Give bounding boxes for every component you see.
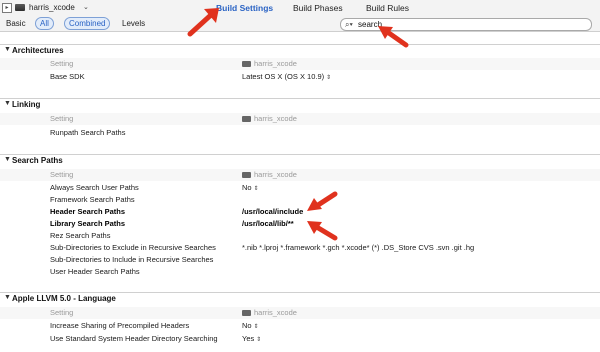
target-icon xyxy=(242,116,251,123)
editor-top-bar: ▸ harris_xcode ⌄ Build Settings Build Ph… xyxy=(0,0,600,17)
setting-row-user-header-search-paths[interactable]: User Header Search Paths xyxy=(0,266,600,278)
setting-name: Sub-Directories to Include in Recursive … xyxy=(50,255,214,264)
setting-value[interactable]: Latest OS X (OS X 10.9) ⇕ xyxy=(242,72,331,83)
filter-basic[interactable]: Basic xyxy=(6,18,26,29)
setting-row-header-search-paths[interactable]: Header Search Paths /usr/local/include xyxy=(0,206,600,218)
filter-levels[interactable]: Levels xyxy=(122,18,145,29)
popup-chevron-icon: ⇕ xyxy=(253,324,259,330)
setting-row-framework-search-paths[interactable]: Framework Search Paths xyxy=(0,194,600,206)
setting-name: Sub-Directories to Exclude in Recursive … xyxy=(50,243,216,252)
column-header-setting: Setting xyxy=(50,114,74,123)
column-header-setting: Setting xyxy=(50,170,74,179)
setting-value[interactable]: *.nib *.lproj *.framework *.gch *.xcode*… xyxy=(242,243,474,253)
section-title: Apple LLVM 5.0 - Language xyxy=(12,294,116,303)
target-icon xyxy=(242,61,251,68)
column-header-setting: Setting xyxy=(50,59,74,68)
setting-name: User Header Search Paths xyxy=(50,267,140,276)
column-header-setting: Setting xyxy=(50,308,74,317)
setting-row-library-search-paths[interactable]: Library Search Paths /usr/local/lib/** xyxy=(0,218,600,230)
setting-name: Always Search User Paths xyxy=(50,183,139,192)
setting-value[interactable]: Yes ⇕ xyxy=(242,334,261,345)
section-title: Linking xyxy=(12,100,41,109)
filter-all[interactable]: All xyxy=(35,17,54,30)
tab-build-settings[interactable]: Build Settings xyxy=(216,3,273,13)
target-icon xyxy=(15,4,25,11)
filter-combined[interactable]: Combined xyxy=(64,17,111,30)
column-header-row: Setting harris_xcode xyxy=(0,169,600,181)
setting-row-base-sdk[interactable]: Base SDK Latest OS X (OS X 10.9) ⇕ xyxy=(0,71,600,83)
column-header-target: harris_xcode xyxy=(242,59,297,69)
column-header-target: harris_xcode xyxy=(242,114,297,124)
setting-value[interactable]: No ⇕ xyxy=(242,183,259,194)
filter-bar: Basic All Combined Levels ⌕▾ xyxy=(0,16,600,32)
red-arrow-annotation xyxy=(307,191,338,211)
setting-name: Framework Search Paths xyxy=(50,195,135,204)
section-apple-llvm-language[interactable]: ▼ Apple LLVM 5.0 - Language xyxy=(0,292,600,305)
setting-name: Use Standard System Header Directory Sea… xyxy=(50,334,218,343)
column-header-target: harris_xcode xyxy=(242,170,297,180)
section-linking[interactable]: ▼ Linking xyxy=(0,98,600,111)
section-search-paths[interactable]: ▼ Search Paths xyxy=(0,154,600,167)
setting-name: Runpath Search Paths xyxy=(50,128,126,137)
setting-row-subdirs-exclude[interactable]: Sub-Directories to Exclude in Recursive … xyxy=(0,242,600,254)
red-arrow-annotation xyxy=(187,8,219,37)
setting-row-always-search-user-paths[interactable]: Always Search User Paths No ⇕ xyxy=(0,182,600,194)
section-title: Search Paths xyxy=(12,156,63,165)
setting-row-increase-sharing-pch[interactable]: Increase Sharing of Precompiled Headers … xyxy=(0,320,600,332)
setting-row-standard-system-header-search[interactable]: Use Standard System Header Directory Sea… xyxy=(0,333,600,345)
target-name[interactable]: harris_xcode xyxy=(29,3,75,12)
column-header-target: harris_xcode xyxy=(242,308,297,318)
setting-value[interactable]: /usr/local/lib/** xyxy=(242,219,294,229)
disclosure-triangle-icon[interactable]: ▼ xyxy=(4,46,11,53)
popup-chevron-icon: ⇕ xyxy=(253,186,259,192)
setting-name: Base SDK xyxy=(50,72,85,81)
setting-value[interactable]: /usr/local/include xyxy=(242,207,303,217)
setting-name: Header Search Paths xyxy=(50,207,126,216)
target-chevron-icon[interactable]: ⌄ xyxy=(83,3,89,11)
section-architectures[interactable]: ▼ Architectures xyxy=(0,44,600,57)
target-list-toggle-icon[interactable]: ▸ xyxy=(2,3,12,13)
setting-row-rez-search-paths[interactable]: Rez Search Paths xyxy=(0,230,600,242)
column-header-row: Setting harris_xcode xyxy=(0,113,600,125)
red-arrow-annotation xyxy=(378,26,409,48)
setting-row-subdirs-include[interactable]: Sub-Directories to Include in Recursive … xyxy=(0,254,600,266)
disclosure-triangle-icon[interactable]: ▼ xyxy=(4,156,11,163)
tab-build-phases[interactable]: Build Phases xyxy=(293,3,343,13)
popup-chevron-icon: ⇕ xyxy=(256,337,262,343)
disclosure-triangle-icon[interactable]: ▼ xyxy=(4,294,11,301)
target-icon xyxy=(242,310,251,317)
setting-value[interactable]: No ⇕ xyxy=(242,321,259,332)
popup-chevron-icon: ⇕ xyxy=(326,75,332,81)
column-header-row: Setting harris_xcode xyxy=(0,58,600,70)
setting-name: Library Search Paths xyxy=(50,219,126,228)
setting-name: Rez Search Paths xyxy=(50,231,111,240)
tab-build-rules[interactable]: Build Rules xyxy=(366,3,409,13)
disclosure-triangle-icon[interactable]: ▼ xyxy=(4,100,11,107)
column-header-row: Setting harris_xcode xyxy=(0,307,600,319)
target-icon xyxy=(242,172,251,179)
setting-name: Increase Sharing of Precompiled Headers xyxy=(50,321,190,330)
red-arrow-annotation xyxy=(307,221,338,241)
search-icon[interactable]: ⌕▾ xyxy=(345,19,353,30)
section-title: Architectures xyxy=(12,46,64,55)
setting-row-runpath-search-paths[interactable]: Runpath Search Paths xyxy=(0,127,600,139)
